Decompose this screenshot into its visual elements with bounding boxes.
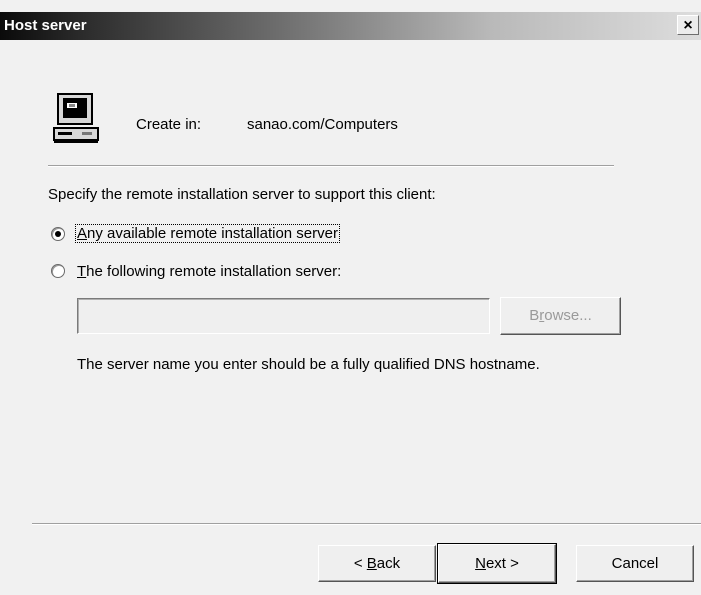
radio-any-server[interactable] (51, 227, 65, 241)
radio-following-server[interactable] (51, 264, 65, 278)
server-name-hint: The server name you enter should be a fu… (77, 356, 540, 373)
create-in-label: Create in: (136, 116, 202, 133)
close-icon: × (683, 17, 693, 34)
server-prompt: Specify the remote installation server t… (48, 186, 436, 203)
window-title: Host server (4, 17, 87, 34)
browse-button[interactable]: Browse... (500, 297, 621, 335)
create-in-value: sanao.com/Computers (247, 116, 398, 133)
next-button[interactable]: Next > (437, 543, 557, 584)
radio-following-server-label[interactable]: The following remote installation server… (77, 263, 341, 280)
cancel-button[interactable]: Cancel (576, 545, 694, 582)
server-name-input[interactable] (77, 298, 490, 334)
radio-any-server-label[interactable]: Any available remote installation server (75, 224, 340, 243)
close-button[interactable]: × (677, 15, 699, 35)
back-button[interactable]: < Back (318, 545, 436, 582)
footer-divider (32, 523, 701, 525)
header-divider (48, 165, 614, 167)
title-bar[interactable]: Host server × (0, 12, 701, 40)
host-server-dialog: Host server × Create in: sanao.com/Compu… (0, 0, 701, 595)
computer-icon (53, 93, 99, 143)
